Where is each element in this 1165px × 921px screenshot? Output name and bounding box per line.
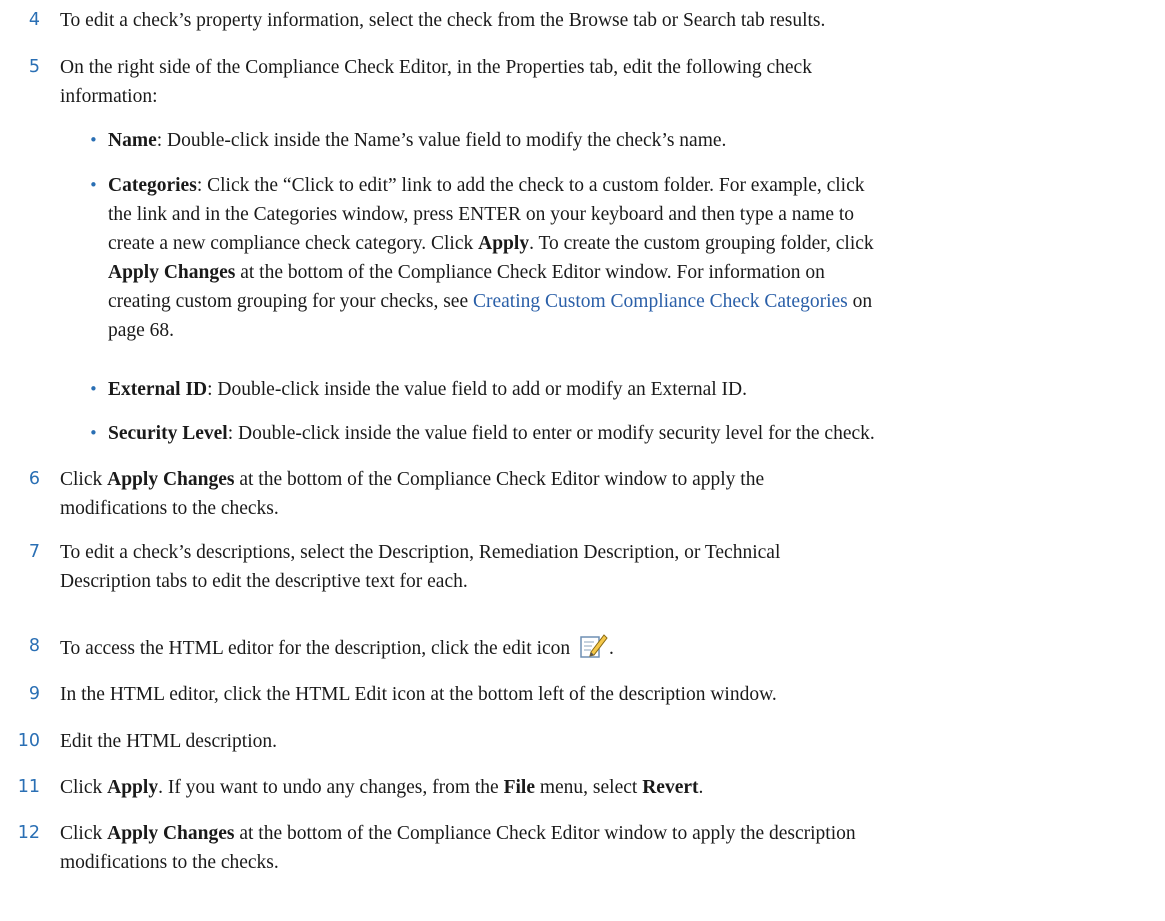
bullet-text: Security Level: Double-click inside the … xyxy=(108,423,875,444)
step-number: 7 xyxy=(28,542,40,562)
bullet-text: External ID: Double-click inside the val… xyxy=(108,379,748,400)
step-number: 10 xyxy=(17,731,40,751)
step-text: To edit a check’s descriptions, select t… xyxy=(60,542,781,592)
step-number: 4 xyxy=(28,10,40,30)
bullet-icon: • xyxy=(89,424,98,442)
document-page: 4 To edit a check’s property information… xyxy=(0,0,1165,921)
step-text: Click Apply. If you want to undo any cha… xyxy=(60,777,704,798)
step-number: 5 xyxy=(28,57,40,77)
step-text: In the HTML editor, click the HTML Edit … xyxy=(60,684,777,705)
step-number: 11 xyxy=(17,777,40,797)
edit-note-icon xyxy=(579,632,609,669)
bullet-icon: • xyxy=(89,176,98,194)
step-text: To edit a check’s property information, … xyxy=(60,10,826,31)
categories-link[interactable]: Creating Custom Compliance Check Categor… xyxy=(473,291,848,312)
step-number: 6 xyxy=(28,469,40,489)
step-text: On the right side of the Compliance Chec… xyxy=(60,57,812,107)
step-text: Edit the HTML description. xyxy=(60,731,277,752)
step-text: Click Apply Changes at the bottom of the… xyxy=(60,823,856,873)
bullet-icon: • xyxy=(89,131,98,149)
bullet-text: Categories: Click the “Click to edit” li… xyxy=(108,175,874,341)
step-number: 9 xyxy=(28,684,40,704)
bullet-icon: • xyxy=(89,380,98,398)
step-number: 12 xyxy=(17,823,40,843)
step-text: To access the HTML editor for the descri… xyxy=(60,632,1160,669)
step-text: Click Apply Changes at the bottom of the… xyxy=(60,469,765,519)
bullet-text: Name: Double-click inside the Name’s val… xyxy=(108,130,727,151)
step-number: 8 xyxy=(28,636,40,656)
